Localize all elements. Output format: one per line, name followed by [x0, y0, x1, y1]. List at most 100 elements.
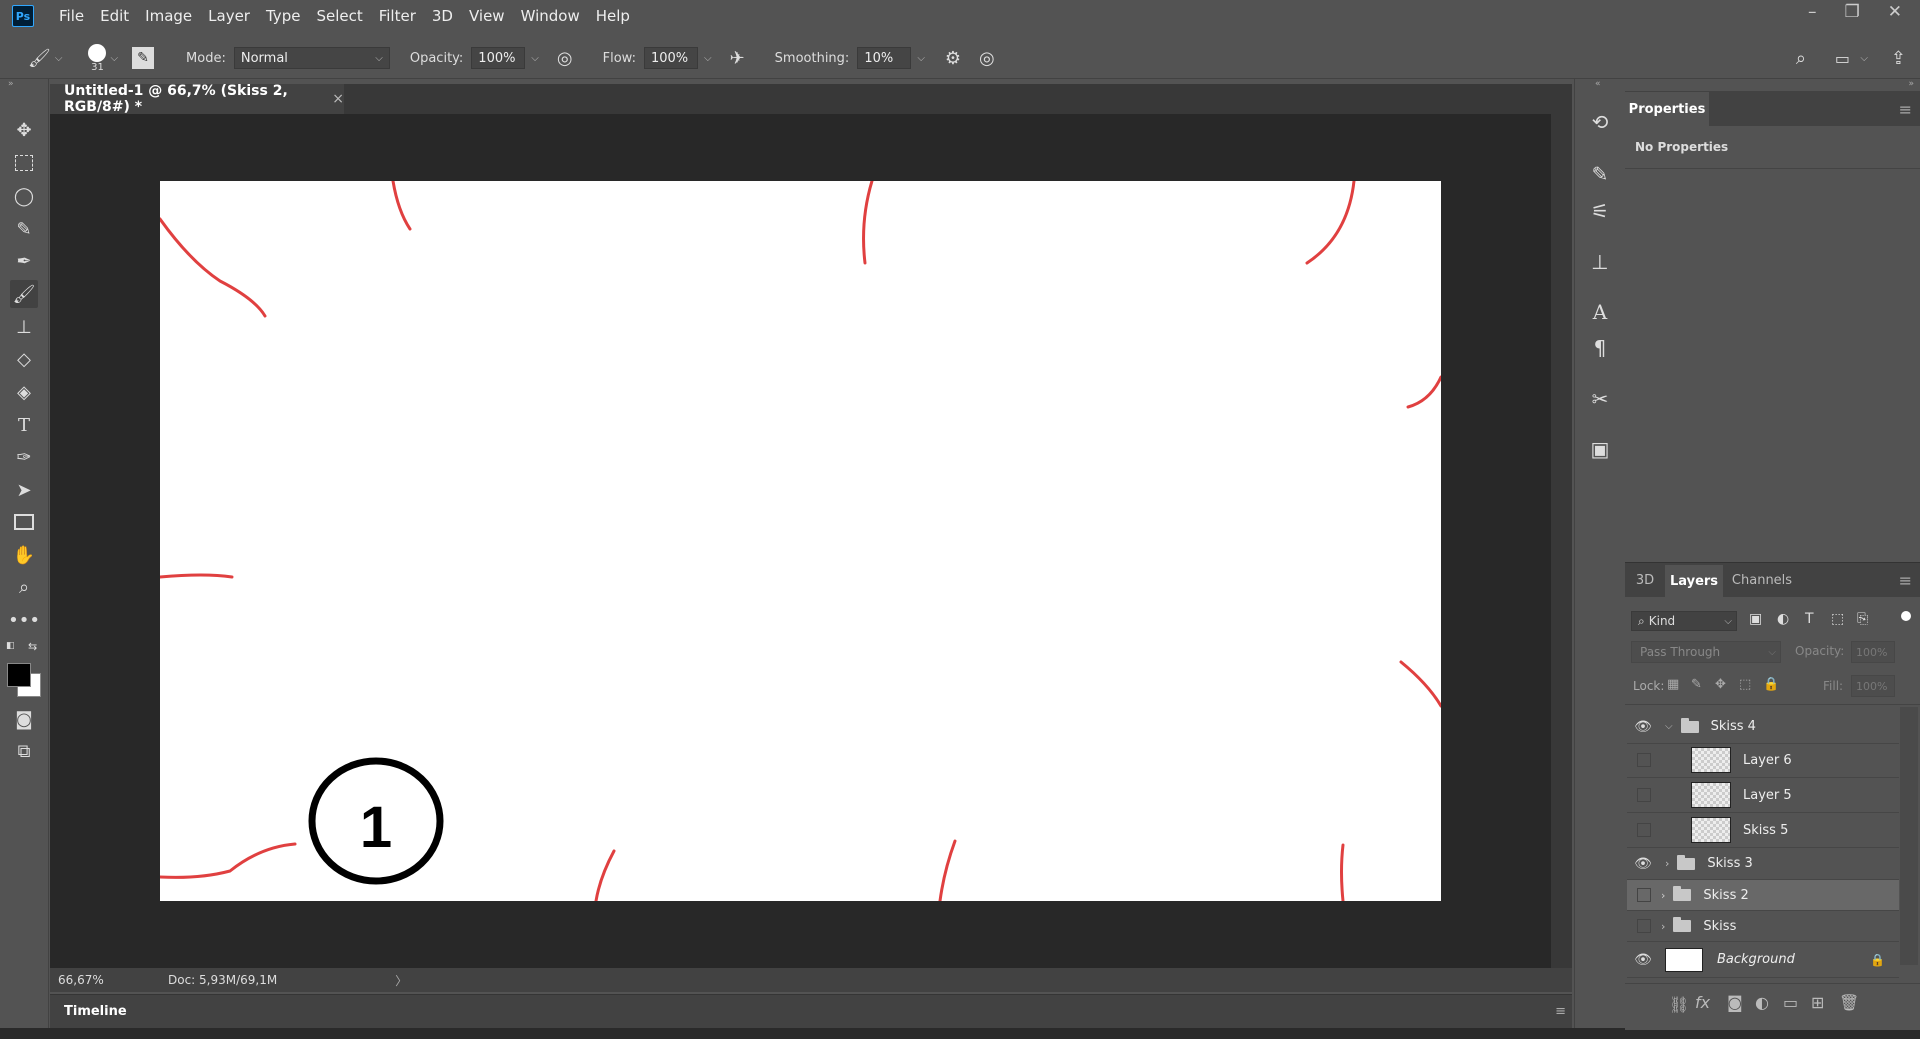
timeline-tab[interactable]: Timeline [64, 1004, 127, 1019]
paint-bucket-tool-icon[interactable]: ◈ [10, 378, 38, 406]
brush-tool-preset-icon[interactable]: 🖌 [28, 48, 51, 69]
layer-name[interactable]: Skiss 3 [1707, 856, 1752, 871]
visibility-toggle[interactable] [1637, 919, 1651, 933]
lock-artboard-icon[interactable]: ⬚ [1739, 677, 1751, 692]
layer-name[interactable]: Layer 6 [1743, 753, 1792, 768]
visibility-toggle[interactable] [1637, 888, 1651, 902]
filter-toggle-icon[interactable] [1901, 611, 1911, 621]
chevron-down-icon[interactable]: ⌵ [704, 53, 712, 64]
menu-type[interactable]: Type [266, 7, 300, 25]
visibility-eye-icon[interactable]: 👁 [1631, 952, 1655, 968]
filter-smart-object-icon[interactable]: ⎘ [1857, 611, 1868, 627]
move-tool-icon[interactable]: ✥ [10, 116, 38, 144]
quick-selection-tool-icon[interactable]: ✎ [10, 215, 38, 243]
status-menu-icon[interactable]: 〉 [395, 972, 407, 989]
menu-layer[interactable]: Layer [208, 7, 250, 25]
new-layer-icon[interactable]: ⊞ [1811, 993, 1824, 1012]
visibility-toggle[interactable] [1637, 753, 1651, 767]
filter-shape-icon[interactable]: ⬚ [1831, 611, 1844, 627]
layer-row[interactable]: Skiss 5 [1627, 813, 1899, 848]
smoothing-input[interactable]: 10% [857, 47, 912, 69]
airbrush-icon[interactable]: ✈ [730, 48, 745, 69]
fill-input[interactable]: 100% [1851, 675, 1895, 697]
panel-menu-icon[interactable]: ≡ [1555, 1004, 1566, 1019]
type-tool-icon[interactable]: T [10, 411, 38, 439]
layer-name[interactable]: Skiss [1703, 919, 1736, 934]
zoom-level[interactable]: 66,67% [58, 973, 168, 987]
menu-filter[interactable]: Filter [379, 7, 416, 25]
layer-row[interactable]: Layer 5 [1627, 778, 1899, 813]
menu-file[interactable]: File [59, 7, 84, 25]
lasso-tool-icon[interactable]: ◯ [10, 182, 38, 210]
menu-select[interactable]: Select [316, 7, 362, 25]
panel-collapse-icon[interactable]: » [8, 79, 14, 89]
chevron-down-icon[interactable]: ⌵ [55, 53, 63, 64]
chevron-down-icon[interactable]: ⌵ [531, 53, 539, 64]
vertical-scrollbar[interactable] [1551, 114, 1572, 968]
tab-3d[interactable]: 3D [1625, 565, 1665, 595]
chevron-down-icon[interactable]: ⌵ [917, 53, 925, 64]
swap-colors-icon[interactable]: ⇆ [28, 640, 37, 653]
brush-tool-icon[interactable]: 🖌 [10, 280, 38, 308]
delete-layer-icon[interactable]: 🗑 [1839, 993, 1859, 1012]
layer-name[interactable]: Skiss 2 [1703, 888, 1748, 903]
menu-image[interactable]: Image [145, 7, 192, 25]
paragraph-icon[interactable]: ¶ [1585, 333, 1615, 363]
filter-adjustment-icon[interactable]: ◐ [1777, 611, 1789, 627]
fx-icon[interactable]: fx [1695, 993, 1710, 1012]
zoom-tool-icon[interactable]: ⌕ [10, 573, 38, 601]
document-tab[interactable]: Untitled-1 @ 66,7% (Skiss 2, RGB/8#) * × [50, 83, 344, 115]
filter-pixel-icon[interactable]: ▣ [1749, 611, 1762, 627]
tools-preset-icon[interactable]: ✂ [1585, 384, 1615, 414]
close-button[interactable]: ✕ [1888, 2, 1902, 22]
path-selection-tool-icon[interactable]: ➤ [10, 476, 38, 504]
menu-help[interactable]: Help [596, 7, 630, 25]
chevron-down-icon[interactable]: ⌵ [1665, 721, 1673, 732]
properties-tab[interactable]: Properties [1625, 92, 1709, 126]
close-tab-icon[interactable]: × [332, 91, 344, 107]
lock-image-icon[interactable]: ✎ [1691, 677, 1702, 692]
layer-filter-select[interactable]: ⌕ Kind ⌵ [1631, 611, 1737, 631]
eyedropper-tool-icon[interactable]: ✒ [10, 247, 38, 275]
clone-source-icon[interactable]: ⊥ [1585, 247, 1615, 277]
canvas[interactable]: 1 [158, 179, 1443, 903]
menu-view[interactable]: View [469, 7, 505, 25]
history-icon[interactable]: ⟲ [1585, 107, 1615, 137]
blend-mode-select[interactable]: Pass Through ⌵ [1631, 641, 1781, 663]
link-layers-icon[interactable]: ⛓ [1669, 995, 1689, 1014]
hand-tool-icon[interactable]: ✋ [10, 541, 38, 569]
layer-row[interactable]: 👁 ⌵ Skiss 4 [1627, 710, 1899, 744]
layer-name[interactable]: Skiss 5 [1743, 823, 1788, 838]
screen-mode-icon[interactable]: ⧉ [10, 737, 38, 765]
layer-name[interactable]: Skiss 4 [1711, 719, 1756, 734]
brush-size-picker[interactable]: 31 [88, 43, 107, 73]
panel-collapse-icon[interactable]: » [1908, 79, 1914, 89]
clone-stamp-tool-icon[interactable]: ⊥ [10, 313, 38, 341]
pressure-size-icon[interactable]: ◎ [979, 48, 995, 69]
marquee-tool-icon[interactable] [10, 149, 38, 177]
share-icon[interactable]: ⇪ [1891, 48, 1906, 69]
brush-settings-icon[interactable]: ✎ [132, 47, 155, 69]
layer-name[interactable]: Background [1717, 952, 1795, 967]
layer-opacity-input[interactable]: 100% [1851, 641, 1895, 663]
workspace-icon[interactable]: ▭ [1835, 49, 1850, 68]
restore-button[interactable]: ❐ [1845, 2, 1860, 22]
layer-row[interactable]: › Skiss 2 [1627, 880, 1899, 911]
chevron-down-icon[interactable]: ⌵ [1860, 53, 1868, 64]
flow-input[interactable]: 100% [643, 47, 698, 69]
chevron-right-icon[interactable]: › [1661, 920, 1665, 933]
chevron-down-icon[interactable]: ⌵ [110, 53, 118, 64]
layer-row[interactable]: › Skiss [1627, 911, 1899, 942]
layers-scrollbar[interactable] [1900, 707, 1918, 965]
layer-row[interactable]: 👁 Background 🔒 [1627, 942, 1899, 978]
character-icon[interactable]: A [1585, 297, 1615, 327]
visibility-eye-icon[interactable]: 👁 [1631, 856, 1655, 872]
brushes-icon[interactable]: ✎ [1585, 159, 1615, 189]
panel-menu-icon[interactable]: ≡ [1899, 571, 1912, 590]
brush-settings-panel-icon[interactable]: ⚟ [1585, 196, 1615, 226]
more-tools-icon[interactable]: ••• [8, 606, 40, 634]
lock-position-icon[interactable]: ✥ [1715, 677, 1726, 692]
opacity-input[interactable]: 100% [471, 47, 526, 69]
libraries-icon[interactable]: ▣ [1585, 434, 1615, 464]
layer-row[interactable]: 👁 › Skiss 3 [1627, 848, 1899, 880]
